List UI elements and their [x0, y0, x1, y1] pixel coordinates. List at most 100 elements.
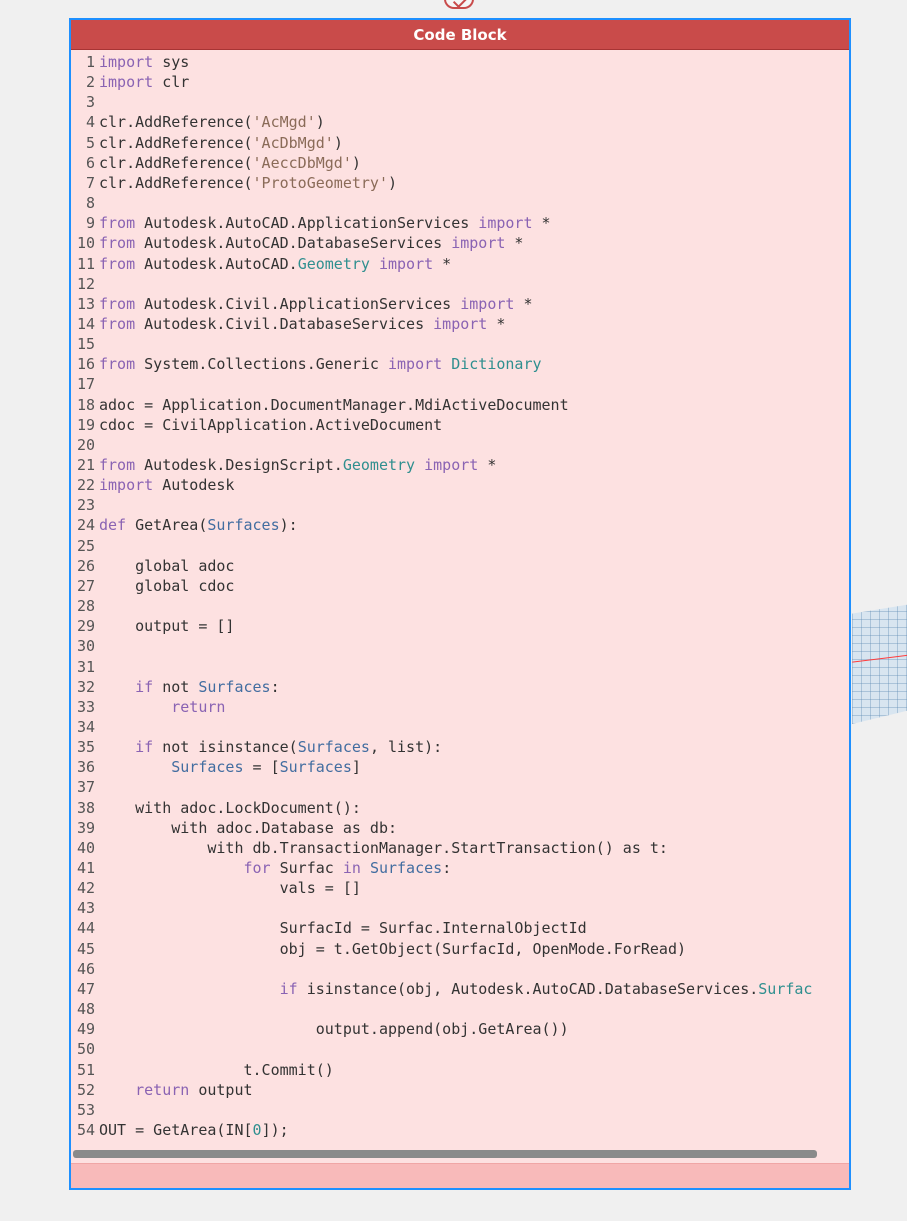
code-line[interactable]: 32 if not Surfaces: [71, 677, 849, 697]
code-line[interactable]: 1 import sys [71, 52, 849, 72]
code-line[interactable]: 4 clr.AddReference('AcMgd') [71, 112, 849, 132]
code-block-node[interactable]: Code Block 1 import sys 2 import clr 3 4 clr.A… [69, 18, 851, 1190]
code-line[interactable]: 40 with db.TransactionManager.StartTrans… [71, 838, 849, 858]
code-text[interactable]: OUT = GetArea(IN[0]); [99, 1120, 289, 1140]
code-line[interactable]: 35 if not isinstance(Surfaces, list): [71, 737, 849, 757]
code-line[interactable]: 47 if isinstance(obj, Autodesk.AutoCAD.D… [71, 979, 849, 999]
code-line[interactable]: 26 global adoc [71, 556, 849, 576]
code-text[interactable]: clr.AddReference('AeccDbMgd') [99, 153, 361, 173]
code-text[interactable]: with db.TransactionManager.StartTransact… [99, 838, 668, 858]
code-text[interactable]: adoc = Application.DocumentManager.MdiAc… [99, 395, 569, 415]
code-text[interactable]: import Autodesk [99, 475, 234, 495]
code-line[interactable]: 49 output.append(obj.GetArea()) [71, 1019, 849, 1039]
code-line[interactable]: 28 [71, 596, 849, 616]
code-line[interactable]: 43 [71, 898, 849, 918]
code-line[interactable]: 21 from Autodesk.DesignScript.Geometry im… [71, 455, 849, 475]
code-line[interactable]: 29 output = [] [71, 616, 849, 636]
code-text[interactable]: return output [99, 1080, 252, 1100]
code-line[interactable]: 39 with adoc.Database as db: [71, 818, 849, 838]
code-text[interactable]: from System.Collections.Generic import D… [99, 354, 542, 374]
code-line[interactable]: 34 [71, 717, 849, 737]
code-line[interactable]: 5 clr.AddReference('AcDbMgd') [71, 133, 849, 153]
code-text[interactable]: from Autodesk.AutoCAD.DatabaseServices i… [99, 233, 523, 253]
code-line[interactable]: 31 [71, 657, 849, 677]
dynamo-canvas[interactable]: Code Block 1 import sys 2 import clr 3 4 clr.A… [0, 0, 907, 1221]
code-text[interactable]: import sys [99, 52, 189, 72]
code-text[interactable]: from Autodesk.Civil.ApplicationServices … [99, 294, 532, 314]
code-line[interactable]: 25 [71, 536, 849, 556]
code-line[interactable]: 23 [71, 495, 849, 515]
code-line[interactable]: 44 SurfacId = Surfac.InternalObjectId [71, 918, 849, 938]
code-text[interactable]: cdoc = CivilApplication.ActiveDocument [99, 415, 442, 435]
code-token: 'AcDbMgd' [252, 133, 334, 152]
code-line[interactable]: 13 from Autodesk.Civil.ApplicationService… [71, 294, 849, 314]
code-line[interactable]: 11 from Autodesk.AutoCAD.Geometry import … [71, 254, 849, 274]
code-text[interactable]: if not Surfaces: [99, 677, 280, 697]
code-text[interactable]: obj = t.GetObject(SurfacId, OpenMode.For… [99, 939, 686, 959]
code-text[interactable]: if isinstance(obj, Autodesk.AutoCAD.Data… [99, 979, 813, 999]
code-line[interactable]: 36 Surfaces = [Surfaces] [71, 757, 849, 777]
code-text[interactable]: global adoc [99, 556, 234, 576]
code-text[interactable]: global cdoc [99, 576, 234, 596]
code-line[interactable]: 3 [71, 92, 849, 112]
code-line[interactable]: 12 [71, 274, 849, 294]
code-line[interactable]: 16 from System.Collections.Generic import… [71, 354, 849, 374]
code-line[interactable]: 45 obj = t.GetObject(SurfacId, OpenMode.… [71, 939, 849, 959]
horizontal-scrollbar[interactable] [73, 1150, 817, 1158]
code-line[interactable]: 51 t.Commit() [71, 1060, 849, 1080]
code-line[interactable]: 41 for Surfac in Surfaces: [71, 858, 849, 878]
code-text[interactable]: clr.AddReference('AcMgd') [99, 112, 325, 132]
code-text[interactable]: from Autodesk.AutoCAD.ApplicationService… [99, 213, 551, 233]
code-line[interactable]: 9 from Autodesk.AutoCAD.ApplicationServic… [71, 213, 849, 233]
code-text[interactable]: t.Commit() [99, 1060, 333, 1080]
code-line[interactable]: 2 import clr [71, 72, 849, 92]
code-line[interactable]: 50 [71, 1039, 849, 1059]
code-line[interactable]: 18 adoc = Application.DocumentManager.Mdi… [71, 395, 849, 415]
code-text[interactable]: vals = [] [99, 878, 361, 898]
code-line[interactable]: 48 [71, 999, 849, 1019]
code-text[interactable]: def GetArea(Surfaces): [99, 515, 298, 535]
code-line[interactable]: 6 clr.AddReference('AeccDbMgd') [71, 153, 849, 173]
code-text[interactable]: return [99, 697, 225, 717]
code-text[interactable]: import clr [99, 72, 189, 92]
code-token: Surfaces [297, 738, 370, 757]
code-line[interactable]: 46 [71, 959, 849, 979]
code-text[interactable]: output.append(obj.GetArea()) [99, 1019, 569, 1039]
code-text[interactable]: from Autodesk.Civil.DatabaseServices imp… [99, 314, 505, 334]
code-line[interactable]: 22 import Autodesk [71, 475, 849, 495]
code-line[interactable]: 33 return [71, 697, 849, 717]
code-text[interactable]: SurfacId = Surfac.InternalObjectId [99, 918, 587, 938]
code-line[interactable]: 14 from Autodesk.Civil.DatabaseServices i… [71, 314, 849, 334]
code-line[interactable]: 10 from Autodesk.AutoCAD.DatabaseServices… [71, 233, 849, 253]
code-text[interactable]: with adoc.Database as db: [99, 818, 397, 838]
code-line[interactable]: 15 [71, 334, 849, 354]
code-line[interactable]: 20 [71, 435, 849, 455]
code-text[interactable]: from Autodesk.AutoCAD.Geometry import * [99, 254, 451, 274]
code-text[interactable]: output = [] [99, 616, 234, 636]
code-text[interactable]: for Surfac in Surfaces: [99, 858, 452, 878]
code-line[interactable]: 42 vals = [] [71, 878, 849, 898]
code-line[interactable]: 27 global cdoc [71, 576, 849, 596]
code-line[interactable]: 24 def GetArea(Surfaces): [71, 515, 849, 535]
code-line[interactable]: 54 OUT = GetArea(IN[0]); [71, 1120, 849, 1140]
code-text[interactable]: clr.AddReference('AcDbMgd') [99, 133, 343, 153]
code-token: SurfacId = Surfac.InternalObjectId [99, 919, 587, 938]
code-line[interactable]: 38 with adoc.LockDocument(): [71, 798, 849, 818]
line-number: 32 [76, 677, 95, 696]
code-line[interactable]: 7 clr.AddReference('ProtoGeometry') [71, 173, 849, 193]
code-line[interactable]: 8 [71, 193, 849, 213]
code-text[interactable]: Surfaces = [Surfaces] [99, 757, 361, 777]
code-line[interactable]: 19 cdoc = CivilApplication.ActiveDocument [71, 415, 849, 435]
code-text[interactable]: with adoc.LockDocument(): [99, 798, 361, 818]
code-editor[interactable]: 1 import sys 2 import clr 3 4 clr.AddReference… [71, 52, 849, 1147]
code-line[interactable]: 17 [71, 374, 849, 394]
code-text[interactable]: from Autodesk.DesignScript.Geometry impo… [99, 455, 496, 475]
code-line[interactable]: 53 [71, 1100, 849, 1120]
code-text[interactable]: clr.AddReference('ProtoGeometry') [99, 173, 397, 193]
code-line[interactable]: 30 [71, 636, 849, 656]
code-text[interactable]: if not isinstance(Surfaces, list): [99, 737, 442, 757]
node-title[interactable]: Code Block [71, 20, 849, 50]
code-line[interactable]: 52 return output [71, 1080, 849, 1100]
input-port-icon[interactable] [444, 0, 474, 9]
code-line[interactable]: 37 [71, 777, 849, 797]
